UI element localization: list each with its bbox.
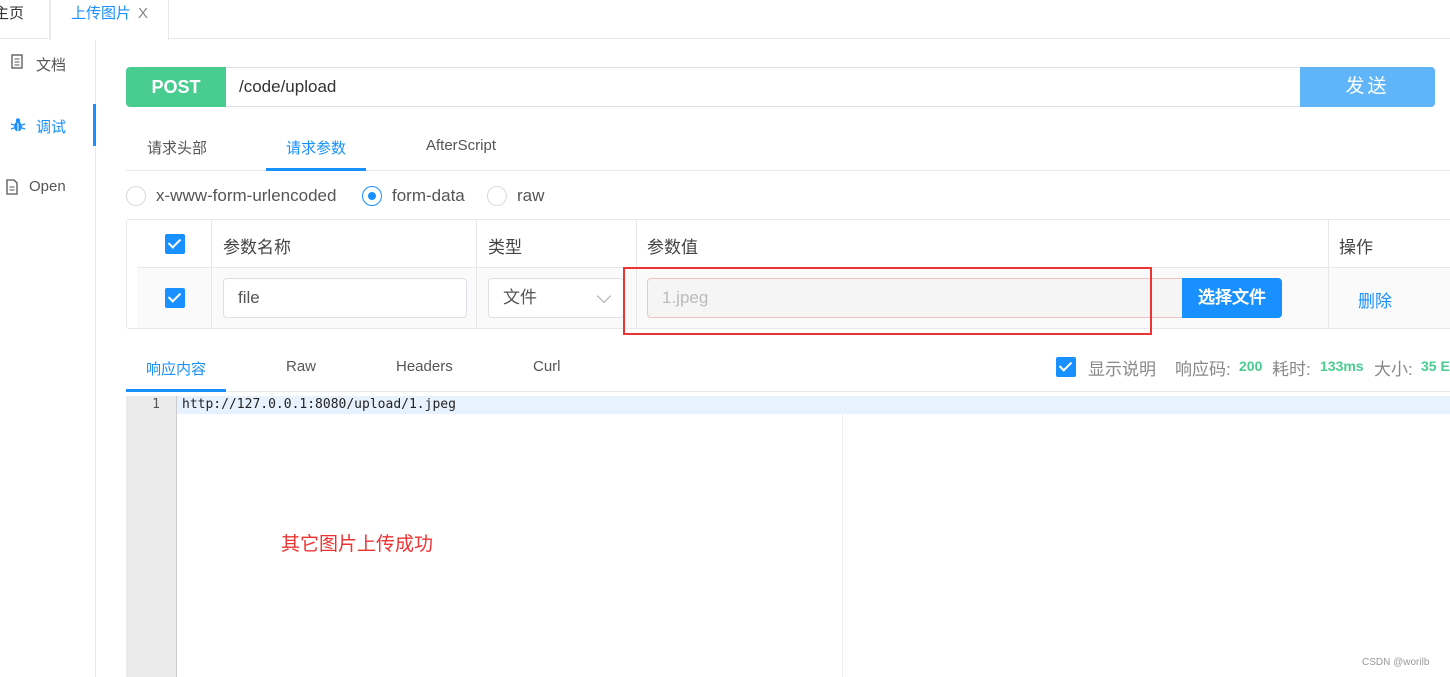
tab-request-headers[interactable]: 请求头部: [147, 137, 207, 158]
print-margin: [842, 414, 843, 677]
sidebar-item-label: 文档: [36, 57, 67, 74]
sidebar-item-label: 调试: [36, 119, 67, 136]
annotation-text: 其它图片上传成功: [281, 534, 434, 555]
param-name-input[interactable]: file: [223, 278, 467, 318]
status-code-value: 200: [1239, 358, 1263, 374]
sidebar-item-debug[interactable]: 调试: [0, 104, 96, 146]
watermark: CSDN @worilb: [1362, 657, 1430, 668]
column-divider: [211, 220, 212, 328]
response-body-text: http://127.0.0.1:8080/upload/1.jpeg: [182, 397, 456, 412]
row-checkbox[interactable]: [165, 288, 185, 308]
editor-gutter: 1: [126, 396, 177, 677]
sidebar-item-docs[interactable]: 文档: [0, 42, 96, 84]
show-description-checkbox[interactable]: [1056, 357, 1076, 377]
line-number: 1: [152, 397, 160, 412]
tab-upload-image[interactable]: 上传图片 X: [50, 0, 169, 40]
tab-raw[interactable]: Raw: [286, 358, 316, 375]
sidebar: 文档 调试 Open: [0, 40, 96, 677]
show-description-label: 显示说明: [1088, 360, 1156, 379]
column-header-name: 参数名称: [223, 238, 291, 257]
response-tabs: 响应内容 Raw Headers Curl 显示说明 响应码: 200 耗时: …: [126, 350, 1450, 392]
tab-response-content[interactable]: 响应内容: [146, 358, 206, 379]
url-input[interactable]: /code/upload: [226, 67, 1301, 107]
radio-label: raw: [517, 186, 545, 205]
request-tabs: 请求头部 请求参数 AfterScript: [126, 124, 1450, 171]
file-icon: [6, 179, 18, 195]
tab-request-params[interactable]: 请求参数: [286, 137, 346, 158]
radio-circle: [126, 186, 146, 206]
size-value: 35 E: [1421, 358, 1450, 374]
choose-file-button[interactable]: 选择文件: [1182, 278, 1282, 318]
bug-icon: [10, 118, 26, 132]
tab-upload-image-label: 上传图片: [71, 5, 132, 22]
param-type-select[interactable]: 文件: [488, 278, 624, 318]
select-all-checkbox[interactable]: [165, 234, 185, 254]
active-tab-indicator: [266, 168, 366, 171]
chevron-down-icon: [596, 288, 612, 304]
close-icon[interactable]: X: [138, 0, 148, 28]
elapsed-time-label: 耗时:: [1272, 360, 1311, 379]
radio-label: x-www-form-urlencoded: [156, 186, 337, 205]
radio-circle: [487, 186, 507, 206]
column-header-action: 操作: [1339, 238, 1373, 257]
size-label: 大小:: [1374, 360, 1413, 379]
column-divider: [476, 220, 477, 328]
tab-afterscript[interactable]: AfterScript: [426, 137, 496, 154]
column-header-value: 参数值: [647, 238, 698, 257]
sidebar-item-label: Open: [29, 178, 66, 195]
param-type-value: 文件: [503, 288, 537, 307]
sidebar-item-open[interactable]: Open: [0, 166, 96, 208]
status-code-label: 响应码:: [1175, 360, 1231, 379]
tab-home[interactable]: 主页: [0, 0, 50, 39]
highlight-annotation-box: [623, 267, 1152, 335]
elapsed-time-value: 133ms: [1320, 358, 1364, 374]
top-tab-bar: 主页 上传图片 X: [0, 0, 1450, 40]
column-header-type: 类型: [488, 238, 522, 257]
tab-curl[interactable]: Curl: [533, 358, 561, 375]
http-method-badge[interactable]: POST: [126, 67, 226, 107]
active-tab-indicator: [126, 389, 226, 392]
tab-home-label: 主页: [0, 5, 25, 22]
document-icon: [11, 54, 23, 69]
radio-circle: [362, 186, 382, 206]
send-button[interactable]: 发送: [1300, 67, 1435, 107]
delete-row-link[interactable]: 删除: [1358, 287, 1392, 312]
column-divider: [1328, 220, 1329, 328]
radio-label: form-data: [392, 186, 465, 205]
tab-headers[interactable]: Headers: [396, 358, 453, 375]
